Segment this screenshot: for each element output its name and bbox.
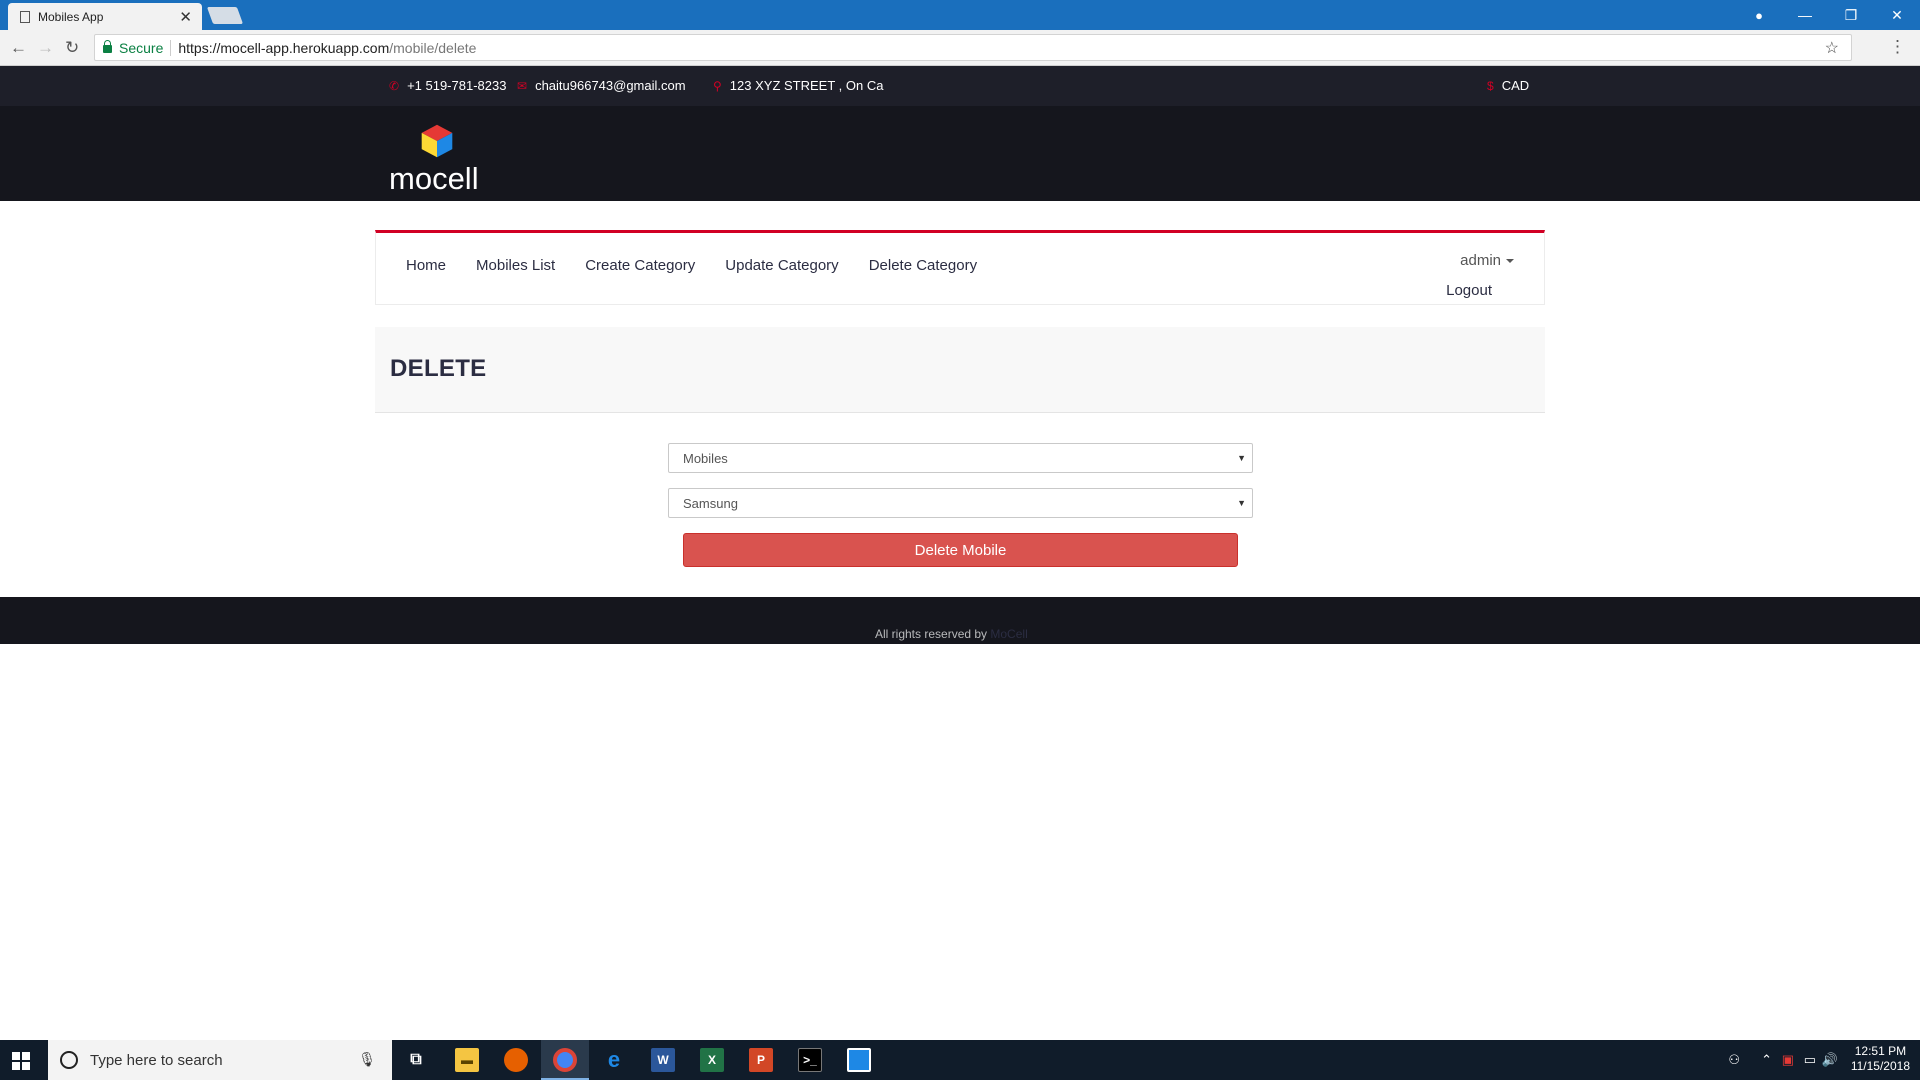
site-footer: All rights reserved by MoCell [0,597,1920,644]
logo-text: mocell [389,161,479,196]
url-path: /mobile/delete [389,39,477,56]
phone-icon: ✆ [389,78,400,93]
firefox-icon[interactable] [504,1048,528,1072]
caret-down-icon [1506,259,1514,264]
clock-date: 11/15/2018 [1850,1059,1910,1073]
volume-icon[interactable]: 🔊 [1822,1052,1838,1068]
nav-update-category[interactable]: Update Category [725,257,838,274]
secure-label: Secure [119,39,164,56]
close-tab-icon[interactable]: ✕ [179,8,192,26]
divider [170,39,172,56]
reload-icon[interactable]: ↻ [65,38,79,58]
clock-time: 12:51 PM [1854,1044,1907,1058]
chrome-icon[interactable] [553,1048,577,1072]
window-controls: ● — ❐ ✕ [1736,0,1920,30]
minimize-icon[interactable]: — [1782,7,1828,23]
logout-link[interactable]: Logout [1446,282,1492,299]
user-name: admin [1460,252,1501,269]
terminal-icon[interactable]: >_ [798,1048,822,1072]
tab-title: Mobiles App [38,9,104,24]
page-icon [20,10,30,23]
chevron-up-icon[interactable]: ⌃ [1761,1052,1772,1068]
browser-titlebar: Mobiles App ✕ ● — ❐ ✕ [0,0,1920,30]
user-dropdown[interactable]: admin [1460,252,1514,269]
new-tab-button[interactable] [206,7,244,24]
windows-start-icon[interactable] [12,1052,30,1070]
bookmark-star-icon[interactable]: ☆ [1825,38,1839,58]
app-icon[interactable] [847,1048,871,1072]
address-link[interactable]: ⚲ 123 XYZ STREET , On Ca [713,78,883,93]
search-placeholder: Type here to search [90,1051,223,1069]
category-select[interactable]: Mobiles ▼ [668,443,1253,473]
page-title: DELETE [390,355,487,382]
close-window-icon[interactable]: ✕ [1874,7,1920,24]
site-header: mocell [0,106,1920,201]
account-icon[interactable]: ● [1736,8,1782,23]
browser-menu-icon[interactable]: ⋮ [1889,37,1906,57]
network-icon[interactable]: ▭ [1804,1052,1816,1068]
mobile-select-value: Samsung [683,495,738,511]
address-bar[interactable]: Secure https://mocell-app.herokuapp.com … [94,34,1852,61]
microphone-icon[interactable]: 🎙 [358,1051,376,1068]
page-header: DELETE [375,327,1545,413]
excel-icon[interactable]: X [700,1048,724,1072]
clock[interactable]: 12:51 PM 11/15/2018 [1851,1044,1910,1074]
mobile-select[interactable]: Samsung ▼ [668,488,1253,518]
browser-toolbar: ← → ↻ Secure https://mocell-app.herokuap… [0,30,1920,66]
url-host: https://mocell-app.herokuapp.com [178,39,390,56]
file-explorer-icon[interactable]: ▬ [455,1048,479,1072]
currency-link[interactable]: $ CAD [1487,78,1529,93]
dropdown-arrow-icon: ▼ [1237,453,1246,463]
browser-tab[interactable]: Mobiles App ✕ [8,3,202,30]
delete-mobile-button[interactable]: Delete Mobile [683,533,1238,567]
phone-text: +1 519-781-8233 [407,78,507,93]
dollar-icon: $ [1487,78,1494,93]
edge-icon[interactable]: e [602,1047,626,1072]
nav-delete-category[interactable]: Delete Category [869,257,977,274]
taskbar: Type here to search 🎙 ⧉ ▬ e W X P >_ ⚇ ⌃… [0,1040,1920,1080]
category-select-value: Mobiles [683,450,728,466]
footer-link[interactable]: MoCell [990,627,1027,641]
email-link[interactable]: ✉ chaitu966743@gmail.com [517,78,686,93]
cube-logo-icon [421,124,453,158]
cortana-icon [60,1051,78,1069]
email-text: chaitu966743@gmail.com [535,78,686,93]
forward-icon[interactable]: → [37,38,54,58]
taskbar-search[interactable]: Type here to search 🎙 [48,1040,392,1080]
address-text: 123 XYZ STREET , On Ca [729,78,884,93]
dropdown-arrow-icon: ▼ [1237,498,1246,508]
site-topbar: ✆ +1 519-781-8233 ✉ chaitu966743@gmail.c… [0,66,1920,106]
footer-text: All rights reserved by [875,627,991,641]
nav-home[interactable]: Home [406,257,446,274]
restore-icon[interactable]: ❐ [1828,7,1874,24]
logo[interactable]: mocell [389,123,489,196]
envelope-icon: ✉ [517,78,528,93]
back-icon[interactable]: ← [10,38,27,58]
footer-copyright: All rights reserved by MoCell [875,627,1028,641]
map-marker-icon: ⚲ [713,78,722,93]
task-view-icon[interactable]: ⧉ [404,1048,428,1072]
nav-links: Home Mobiles List Create Category Update… [406,257,977,274]
nav-create-category[interactable]: Create Category [585,257,695,274]
powerpoint-icon[interactable]: P [749,1048,773,1072]
lock-icon [103,39,112,53]
currency-text: CAD [1501,78,1530,93]
nav-mobiles-list[interactable]: Mobiles List [476,257,555,274]
main-navbar: Home Mobiles List Create Category Update… [375,230,1545,305]
security-alert-icon[interactable]: ▣ [1782,1052,1794,1068]
people-icon[interactable]: ⚇ [1728,1052,1740,1068]
word-icon[interactable]: W [651,1048,675,1072]
phone-link[interactable]: ✆ +1 519-781-8233 [389,78,506,93]
